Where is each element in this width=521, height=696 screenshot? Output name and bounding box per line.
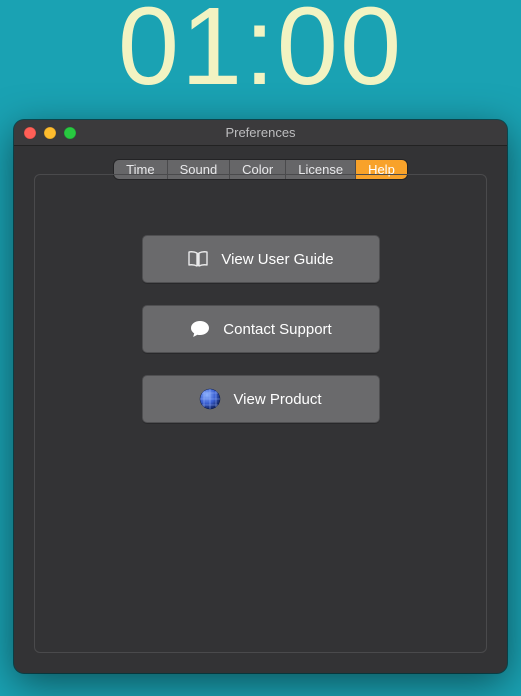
zoom-icon[interactable] <box>64 127 76 139</box>
contact-support-label: Contact Support <box>223 321 331 338</box>
help-button-column: View User Guide Contact Support <box>35 235 486 423</box>
view-user-guide-label: View User Guide <box>221 251 333 268</box>
view-product-label: View Product <box>233 391 321 408</box>
traffic-lights <box>24 127 76 139</box>
contact-support-button[interactable]: Contact Support <box>142 305 380 353</box>
help-panel: View User Guide Contact Support <box>34 174 487 653</box>
minimize-icon[interactable] <box>44 127 56 139</box>
book-icon <box>187 248 209 270</box>
preferences-window: Preferences Time Sound Color License Hel… <box>14 120 507 673</box>
view-product-button[interactable]: View Product <box>142 375 380 423</box>
chat-icon <box>189 318 211 340</box>
close-icon[interactable] <box>24 127 36 139</box>
window-titlebar: Preferences <box>14 120 507 146</box>
timer-display: 01:00 <box>0 0 521 102</box>
window-title: Preferences <box>225 125 295 140</box>
globe-icon <box>199 388 221 410</box>
view-user-guide-button[interactable]: View User Guide <box>142 235 380 283</box>
